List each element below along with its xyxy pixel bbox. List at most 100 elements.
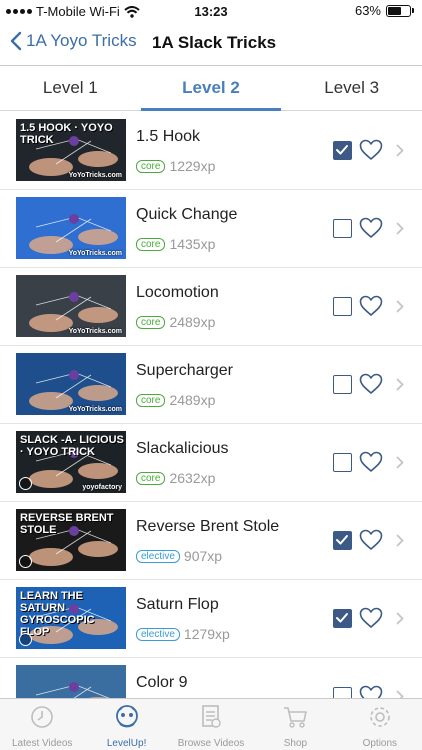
category-badge: elective [136, 549, 180, 563]
trick-row[interactable]: YoYoTricks.com Quick Change core 1435xp [0, 190, 422, 268]
chevron-right-icon [396, 456, 404, 474]
completed-checkbox[interactable] [333, 609, 352, 628]
completed-checkbox[interactable] [333, 219, 352, 238]
trick-thumbnail: YoYoTricks.com [16, 275, 126, 337]
checkmark-icon [336, 613, 348, 623]
category-badge: core [136, 315, 166, 329]
battery-icon [386, 4, 411, 17]
trick-row[interactable]: SLACK -A- LICIOUS · YOYO TRICK yoyofactor… [0, 424, 422, 502]
trick-thumbnail: YoYoTricks.com [16, 353, 126, 415]
xp-value: 2489xp [169, 314, 216, 330]
favorite-heart-icon[interactable] [359, 451, 383, 478]
completed-checkbox[interactable] [333, 531, 352, 550]
trick-row[interactable]: LEARN THE SATURN GYROSCOPIC FLOP Saturn F… [0, 580, 422, 658]
tab-level-2[interactable]: Level 2 [140, 67, 282, 111]
thumbnail-title: LEARN THE SATURN GYROSCOPIC FLOP [20, 590, 95, 638]
levelup-icon [113, 704, 141, 735]
tab-label: LevelUp! [106, 738, 147, 749]
chevron-right-icon [396, 378, 404, 396]
battery-percent: 63% [354, 3, 381, 18]
trick-title: Slackalicious [136, 440, 229, 457]
trick-meta: core 1435xp [136, 236, 215, 252]
trick-meta: elective 1279xp [136, 626, 230, 642]
completed-checkbox[interactable] [333, 297, 352, 316]
trick-title: 1.5 Hook [136, 128, 201, 145]
chevron-right-icon [396, 534, 404, 552]
completed-checkbox[interactable] [333, 141, 352, 160]
trick-title: Reverse Brent Stole [136, 518, 280, 535]
xp-value: 907xp [183, 548, 223, 564]
trick-row[interactable]: Color 9 [0, 658, 422, 698]
chevron-right-icon [396, 612, 404, 630]
back-label: 1A Yoyo Tricks [26, 31, 137, 50]
battery-group: 63% [355, 3, 414, 18]
chevron-right-icon [396, 144, 404, 162]
trick-row[interactable]: REVERSE BRENT STOLE Reverse Brent Stole el… [0, 502, 422, 580]
thumbnail-title: 1.5 HOOK · YOYO TRICK [20, 122, 113, 146]
trick-meta: core 2632xp [136, 470, 215, 486]
chevron-right-icon [396, 690, 404, 698]
trick-list[interactable]: 1.5 HOOK · YOYO TRICK YoYoTricks.com 1.5 H… [0, 112, 422, 698]
favorite-heart-icon[interactable] [359, 607, 383, 634]
back-button[interactable]: 1A Yoyo Tricks [10, 31, 137, 51]
checkmark-icon [336, 535, 348, 545]
category-badge: core [136, 159, 166, 173]
trick-title: Supercharger [136, 362, 233, 379]
favorite-heart-icon[interactable] [359, 295, 383, 322]
trick-thumbnail: YoYoTricks.com [16, 197, 126, 259]
navigation-bar: 1A Yoyo Tricks 1A Slack Tricks [0, 22, 422, 66]
tab-label: Latest Videos [11, 738, 73, 749]
level-tabs: Level 1 Level 2 Level 3 [0, 67, 422, 111]
tab-level-3[interactable]: Level 3 [281, 67, 422, 110]
chevron-right-icon [396, 222, 404, 240]
xp-value: 1435xp [169, 236, 216, 252]
trick-meta: core 2489xp [136, 314, 215, 330]
trick-thumbnail: REVERSE BRENT STOLE [16, 509, 126, 571]
favorite-heart-icon[interactable] [359, 217, 383, 244]
chevron-right-icon [396, 300, 404, 318]
category-badge: core [136, 471, 166, 485]
tab-browse-videos[interactable]: Browse Videos [169, 699, 253, 750]
xp-value: 2632xp [169, 470, 216, 486]
trick-row[interactable]: 1.5 HOOK · YOYO TRICK YoYoTricks.com 1.5 H… [0, 112, 422, 190]
thumbnail-image [35, 682, 110, 698]
trick-title: Color 9 [136, 674, 188, 691]
tab-label: Options [362, 738, 398, 749]
player-figure-icon [19, 555, 32, 568]
tab-latest-videos[interactable]: Latest Videos [0, 699, 84, 750]
category-badge: elective [136, 627, 180, 641]
page-title: 1A Slack Tricks [152, 33, 277, 52]
favorite-heart-icon[interactable] [359, 139, 383, 166]
trick-thumbnail: LEARN THE SATURN GYROSCOPIC FLOP [16, 587, 126, 649]
bottom-tab-bar: Latest Videos LevelUp! Browse Videos Shop Op… [0, 698, 422, 750]
xp-value: 1279xp [183, 626, 230, 642]
thumbnail-title: SLACK -A- LICIOUS · YOYO TRICK [20, 434, 124, 458]
completed-checkbox[interactable] [333, 375, 352, 394]
tab-options[interactable]: Options [338, 699, 422, 750]
tab-shop[interactable]: Shop [253, 699, 337, 750]
tab-level-1[interactable]: Level 1 [0, 67, 141, 110]
tab-levelup[interactable]: LevelUp! [84, 699, 168, 750]
clock-icon [29, 704, 55, 735]
document-icon [199, 704, 223, 735]
trick-row[interactable]: YoYoTricks.com Locomotion core 2489xp [0, 268, 422, 346]
favorite-heart-icon[interactable] [359, 529, 383, 556]
completed-checkbox[interactable] [333, 687, 352, 698]
gear-icon [367, 704, 393, 735]
thumbnail-logo: YoYoTricks.com [68, 406, 122, 413]
trick-thumbnail [16, 665, 126, 698]
player-figure-icon [19, 633, 32, 646]
tab-label: Shop [283, 738, 308, 749]
thumbnail-logo: yoyofactory [82, 484, 122, 491]
trick-title: Locomotion [136, 284, 219, 301]
chevron-left-icon [10, 31, 22, 51]
trick-row[interactable]: YoYoTricks.com Supercharger core 2489xp [0, 346, 422, 424]
trick-title: Saturn Flop [136, 596, 219, 613]
thumbnail-logo: YoYoTricks.com [68, 328, 122, 335]
xp-value: 1229xp [169, 158, 216, 174]
favorite-heart-icon[interactable] [359, 685, 383, 698]
player-figure-icon [19, 477, 32, 490]
completed-checkbox[interactable] [333, 453, 352, 472]
thumbnail-title: REVERSE BRENT STOLE [20, 512, 114, 536]
favorite-heart-icon[interactable] [359, 373, 383, 400]
